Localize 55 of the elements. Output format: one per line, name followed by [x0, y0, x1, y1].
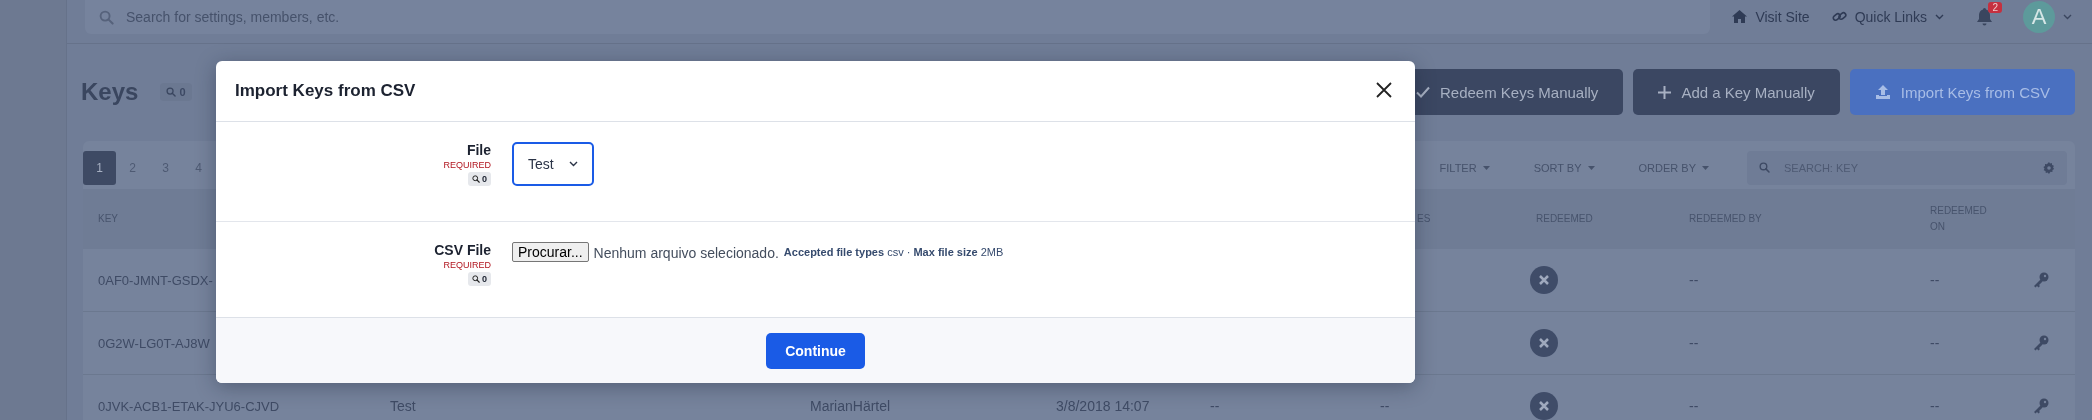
nav-link[interactable]: Visit Site [1732, 8, 1810, 25]
file-hint: Accepted file types csv · Max file size 2MB [783, 245, 1004, 258]
caret-icon [1702, 165, 1709, 170]
count-badge: 0 [468, 172, 491, 186]
dialog-title: Import Keys from CSV [235, 81, 416, 101]
home-icon [1732, 10, 1748, 23]
required-label: REQUIRED [443, 260, 491, 270]
table-cell-text: -- [1379, 398, 1391, 414]
user-avatar[interactable]: A [2023, 0, 2055, 33]
caret-icon [1935, 13, 1944, 20]
file-select[interactable]: Test [512, 142, 594, 186]
notification-badge: 2 [1988, 1, 2002, 13]
action-button[interactable]: Add a Key Manually [1633, 69, 1840, 115]
file-status: Nenhum arquivo selecionado. [593, 244, 779, 261]
search-icon [99, 9, 114, 25]
caret-icon [1587, 165, 1595, 170]
table-cell-text: -- [1929, 398, 1941, 414]
search-icon [1759, 162, 1770, 173]
browse-button[interactable]: Procurar... [512, 242, 589, 262]
key-icon[interactable] [2033, 335, 2049, 351]
caret-icon [1482, 165, 1490, 170]
table-cell-text: Test [389, 398, 417, 414]
nav-link[interactable]: Quick Links [1831, 8, 1944, 25]
search-icon [166, 87, 177, 97]
table-cell-text: 0G2W-LG0T-AJ8W [97, 335, 211, 351]
key-icon[interactable] [2033, 398, 2049, 414]
table-cell-text: MarianHärtel [809, 398, 892, 414]
table-cell-text: -- [1209, 398, 1221, 414]
table-cell-text: -- [1929, 335, 1941, 351]
upload-icon [1874, 84, 1891, 100]
field-label: CSV File [434, 242, 491, 258]
required-label: REQUIRED [443, 160, 491, 170]
caret-icon [2063, 13, 2072, 20]
check-icon [1415, 86, 1430, 98]
table-cell-text: 0JVK-ACB1-ETAK-JYU6-CJVD [97, 398, 281, 414]
table-cell-text: -- [1688, 398, 1700, 414]
field-label: File [466, 142, 491, 158]
table-cell-text: 3/8/2018 14:07 [1055, 398, 1151, 414]
continue-button[interactable]: Continue [766, 332, 865, 369]
table-cell-text: -- [1688, 272, 1700, 288]
search-icon [472, 275, 480, 283]
count-badge: 0 [468, 272, 491, 286]
bell-icon[interactable] [1976, 7, 1993, 26]
action-button[interactable]: Import Keys from CSV [1849, 69, 2075, 115]
page-title: Keys [81, 78, 139, 106]
plus-icon [1658, 85, 1672, 99]
key-icon[interactable] [2033, 272, 2049, 288]
table-cell-text: 0AF0-JMNT-GSDX- [97, 272, 214, 288]
chevron-icon [569, 161, 578, 167]
link-icon [1831, 9, 1847, 24]
table-cell-text: -- [1688, 335, 1700, 351]
page-button[interactable]: 1 [83, 150, 116, 185]
search-icon [472, 175, 480, 183]
table-cell-text: -- [1929, 272, 1941, 288]
settings-icon[interactable] [2043, 161, 2055, 174]
